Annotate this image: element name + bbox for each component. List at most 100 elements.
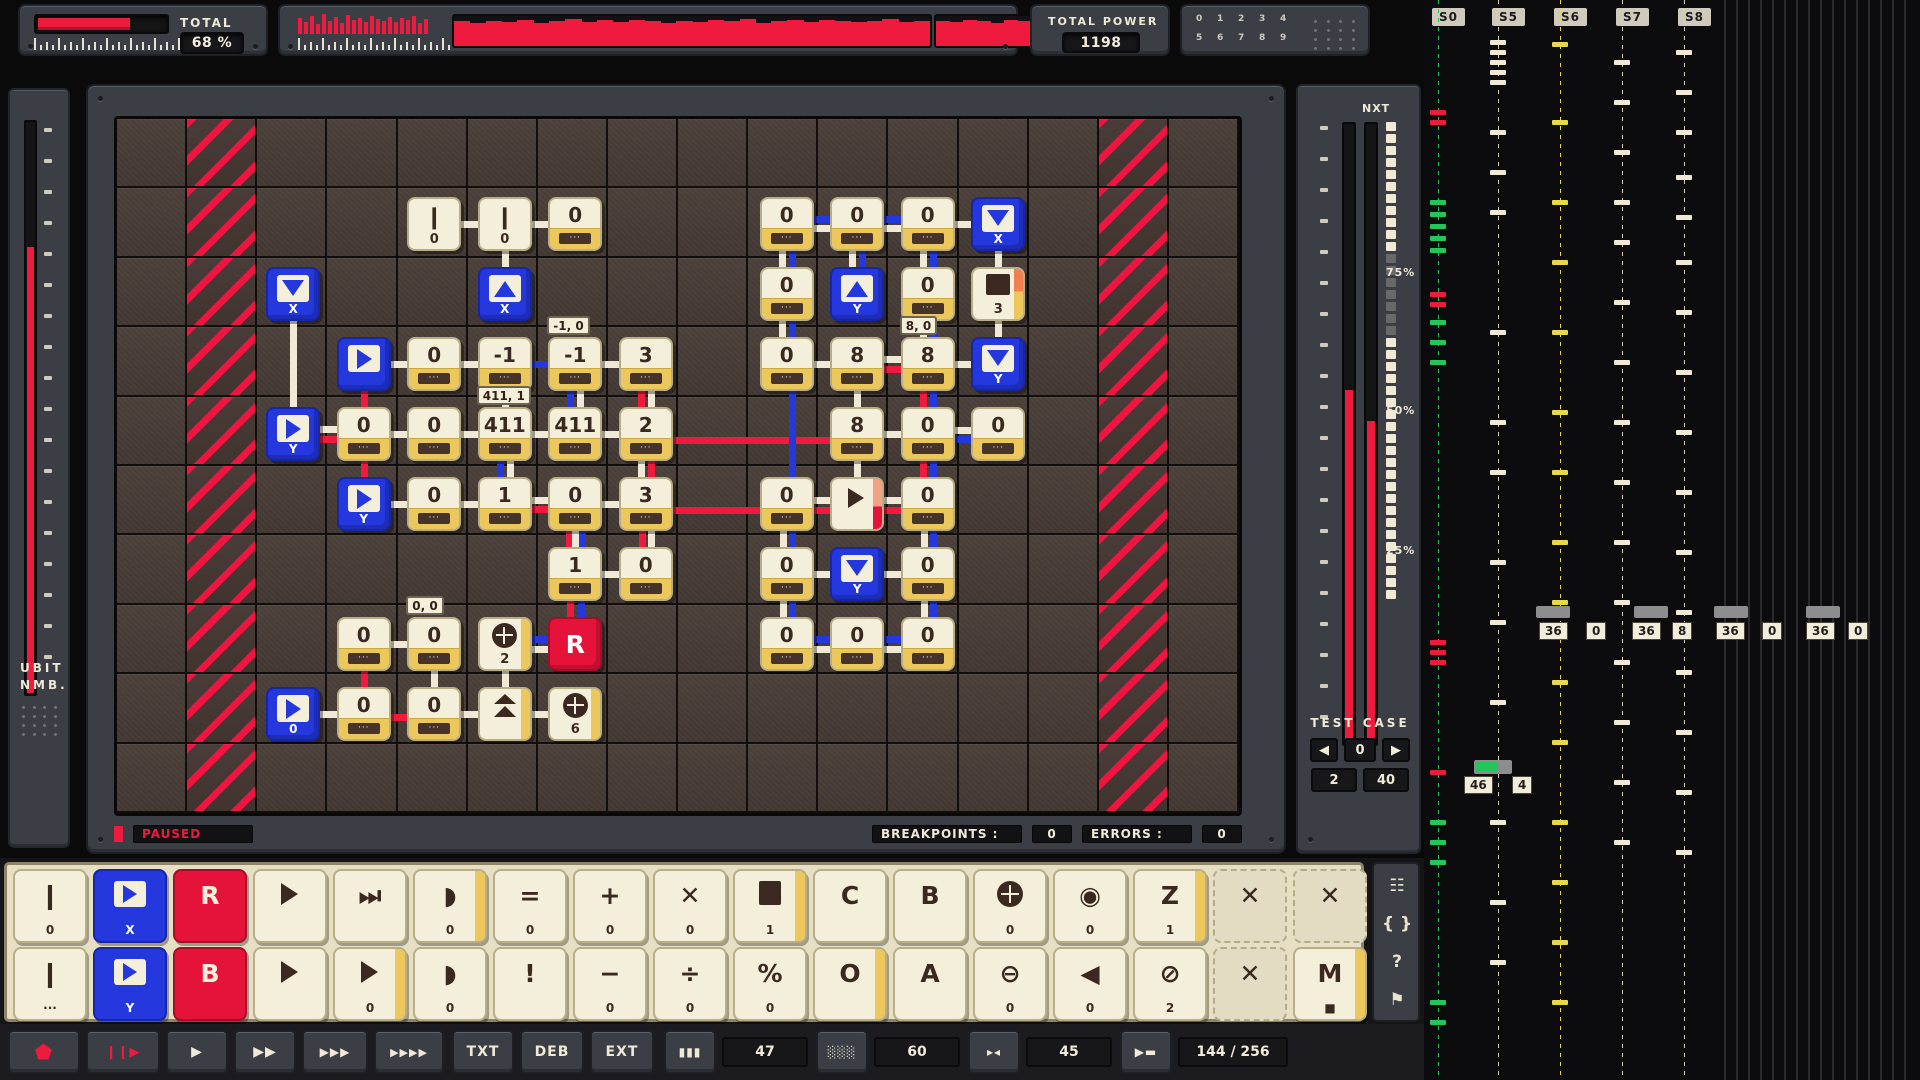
play-button[interactable]: ▶ <box>166 1030 228 1074</box>
signal-scope-panel[interactable]: S0S5S6S7S8 360368360360 464 <box>1424 0 1920 1080</box>
tile-instruction[interactable]: 3··· <box>619 337 673 391</box>
component-palette[interactable]: ❙0XR⏭◗0=0+0✕01CB0◉0Z1✕✕ ❙···YB0◗0!−0÷0%0… <box>0 858 1424 1080</box>
palette-key[interactable]: +0 <box>573 869 647 943</box>
tile-instruction[interactable]: 8··· <box>830 337 884 391</box>
tile-instruction[interactable]: 0··· <box>407 617 461 671</box>
tile-io-x[interactable]: X <box>971 197 1025 251</box>
ext-button[interactable]: EXT <box>590 1030 654 1074</box>
tile-instruction[interactable]: 0··· <box>760 617 814 671</box>
tile-instruction[interactable]: 8··· <box>830 407 884 461</box>
palette-key[interactable]: ÷0 <box>653 947 727 1021</box>
palette-key[interactable]: Y <box>93 947 167 1021</box>
tile-instruction[interactable]: -1··· <box>478 337 532 391</box>
tile-io-x[interactable]: X <box>266 267 320 321</box>
tile-io-y[interactable]: Y <box>830 267 884 321</box>
palette-key[interactable]: ✕0 <box>653 869 727 943</box>
tile-instruction[interactable]: 0··· <box>407 337 461 391</box>
tile-instruction[interactable]: 0··· <box>619 547 673 601</box>
palette-key[interactable]: ◀0 <box>1053 947 1127 1021</box>
circuit-grid[interactable]: ❙0❙00···0···0···0···XXX0···Y0···30···-1·… <box>114 116 1242 816</box>
tile-instruction[interactable]: 3··· <box>619 477 673 531</box>
palette-key[interactable]: A <box>893 947 967 1021</box>
fastest-button[interactable]: ▶▶▶▶ <box>374 1030 444 1074</box>
tile-instruction[interactable]: 1··· <box>548 547 602 601</box>
tile-instruction[interactable]: 0··· <box>337 407 391 461</box>
palette-key[interactable]: ◗0 <box>413 947 487 1021</box>
test-case-next-button[interactable]: ▶ <box>1382 738 1410 762</box>
palette-key[interactable]: ✕ <box>1213 947 1287 1021</box>
tile-instruction[interactable]: 0··· <box>407 477 461 531</box>
palette-key[interactable]: ✕ <box>1293 869 1367 943</box>
tile-instruction[interactable]: 0··· <box>407 407 461 461</box>
palette-key[interactable]: ⊘2 <box>1133 947 1207 1021</box>
tile-layer[interactable]: ❙0❙00···0···0···0···XXX0···Y0···30···-1·… <box>117 119 1239 813</box>
tile-instruction[interactable]: 411··· <box>548 407 602 461</box>
test-case-index[interactable]: 0 <box>1344 738 1376 762</box>
tile-instruction[interactable]: -1··· <box>548 337 602 391</box>
palette-key[interactable]: ◉0 <box>1053 869 1127 943</box>
palette-key[interactable]: ◗0 <box>413 869 487 943</box>
palette-side-button[interactable]: ? <box>1380 946 1414 978</box>
palette-key[interactable]: B <box>893 869 967 943</box>
tile-io-0[interactable]: 0 <box>266 687 320 741</box>
palette-key[interactable]: R <box>173 869 247 943</box>
tile-io-y[interactable]: Y <box>971 337 1025 391</box>
tile-io-y[interactable]: Y <box>266 407 320 461</box>
tile-instruction[interactable]: 2··· <box>619 407 673 461</box>
tile-instruction[interactable]: 0··· <box>760 337 814 391</box>
tile-io-port[interactable] <box>337 337 391 391</box>
tile-instruction[interactable]: 0··· <box>901 197 955 251</box>
tile-instruction[interactable]: 1··· <box>478 477 532 531</box>
palette-side-buttons[interactable]: ☷ { }? ⚑ <box>1372 862 1420 1022</box>
tile-instruction[interactable]: 8··· <box>901 337 955 391</box>
tile-instruction[interactable]: 0··· <box>830 617 884 671</box>
fast-button[interactable]: ▶▶ <box>234 1030 296 1074</box>
palette-key[interactable]: =0 <box>493 869 567 943</box>
palette-key[interactable]: ⏭ <box>333 869 407 943</box>
palette-key[interactable]: 1 <box>733 869 807 943</box>
palette-key[interactable]: ❙··· <box>13 947 87 1021</box>
tile-instruction[interactable]: 6 <box>548 687 602 741</box>
tile-io-y[interactable]: Y <box>337 477 391 531</box>
palette-side-button[interactable]: ⚑ <box>1380 984 1414 1016</box>
palette-key[interactable]: X <box>93 869 167 943</box>
tile-instruction[interactable]: 2 <box>478 617 532 671</box>
palette-key[interactable]: O <box>813 947 887 1021</box>
tile-instruction[interactable]: ❙0 <box>407 197 461 251</box>
tile-io-y[interactable]: Y <box>830 547 884 601</box>
palette-key[interactable] <box>253 869 327 943</box>
tile-instruction[interactable]: 0··· <box>901 407 955 461</box>
faster-button[interactable]: ▶▶▶ <box>302 1030 368 1074</box>
palette-key[interactable]: ! <box>493 947 567 1021</box>
tile-instruction[interactable]: 0··· <box>548 477 602 531</box>
deb-button[interactable]: DEB <box>520 1030 584 1074</box>
step-back-button[interactable]: ❙❙▶ <box>86 1030 160 1074</box>
bottom-toolbar[interactable]: ⬟ ❙❙▶ ▶ ▶▶ ▶▶▶ ▶▶▶▶ TXT DEB EXT ▮▮▮ 47 ░… <box>0 1024 1424 1080</box>
palette-key[interactable]: ❙0 <box>13 869 87 943</box>
palette-key[interactable]: 0 <box>973 869 1047 943</box>
tile-io-x[interactable]: X <box>478 267 532 321</box>
palette-key[interactable]: ✕ <box>1213 869 1287 943</box>
palette-key[interactable]: C <box>813 869 887 943</box>
tile-register[interactable]: R <box>548 617 602 671</box>
txt-button[interactable]: TXT <box>452 1030 514 1074</box>
tile-instruction[interactable]: 0··· <box>901 477 955 531</box>
tile-instruction[interactable]: 0··· <box>760 547 814 601</box>
palette-key[interactable]: M■ <box>1293 947 1367 1021</box>
tile-instruction[interactable]: 0··· <box>901 547 955 601</box>
palette-key[interactable]: B <box>173 947 247 1021</box>
palette-side-button[interactable]: ☷ <box>1380 870 1414 902</box>
tile-instruction[interactable]: 0··· <box>407 687 461 741</box>
tile-instruction[interactable]: 0··· <box>971 407 1025 461</box>
tile-instruction[interactable]: 0··· <box>760 197 814 251</box>
tile-instruction[interactable] <box>478 687 532 741</box>
palette-key[interactable] <box>253 947 327 1021</box>
palette-key[interactable]: Z1 <box>1133 869 1207 943</box>
tile-instruction[interactable]: 0··· <box>830 197 884 251</box>
test-case-prev-button[interactable]: ◀ <box>1310 738 1338 762</box>
tile-instruction[interactable]: ❙0 <box>478 197 532 251</box>
palette-key[interactable]: −0 <box>573 947 647 1021</box>
palette-key[interactable]: ⊖0 <box>973 947 1047 1021</box>
palette-key[interactable]: 0 <box>333 947 407 1021</box>
palette-side-button[interactable]: { } <box>1380 908 1414 940</box>
